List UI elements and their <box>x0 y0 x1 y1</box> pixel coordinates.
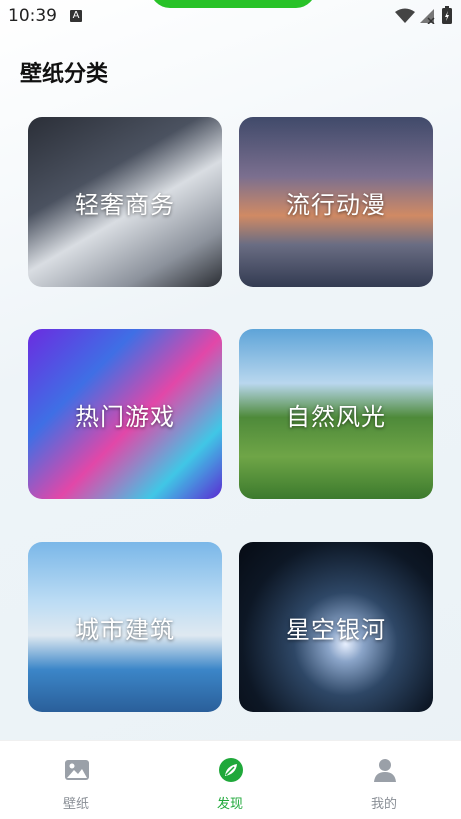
tab-wallpaper[interactable]: 壁纸 <box>26 741 126 819</box>
category-card-anime[interactable]: 流行动漫 <box>239 117 433 287</box>
category-card-galaxy[interactable]: 星空银河 <box>239 542 433 712</box>
category-label: 热门游戏 <box>75 402 175 431</box>
category-card-business[interactable]: 轻奢商务 <box>28 117 222 287</box>
bottom-tab-bar: 壁纸 发现 我的 <box>0 740 461 819</box>
category-grid: 轻奢商务 流行动漫 热门游戏 自然风光 城市建筑 星空银河 <box>0 0 461 740</box>
tab-discover[interactable]: 发现 <box>180 741 280 819</box>
tab-label: 壁纸 <box>62 797 89 812</box>
category-card-games[interactable]: 热门游戏 <box>28 329 222 499</box>
category-label: 自然风光 <box>286 402 386 431</box>
person-icon <box>374 759 396 782</box>
leaf-icon <box>219 758 243 782</box>
tab-label: 发现 <box>216 797 243 812</box>
tab-mine[interactable]: 我的 <box>334 741 434 819</box>
category-label: 城市建筑 <box>75 615 175 644</box>
tab-label: 我的 <box>370 797 397 812</box>
category-label: 轻奢商务 <box>75 190 175 219</box>
category-card-city[interactable]: 城市建筑 <box>28 542 222 712</box>
image-icon <box>65 760 89 780</box>
category-label: 流行动漫 <box>286 190 386 219</box>
category-card-nature[interactable]: 自然风光 <box>239 329 433 499</box>
category-label: 星空银河 <box>286 615 386 644</box>
